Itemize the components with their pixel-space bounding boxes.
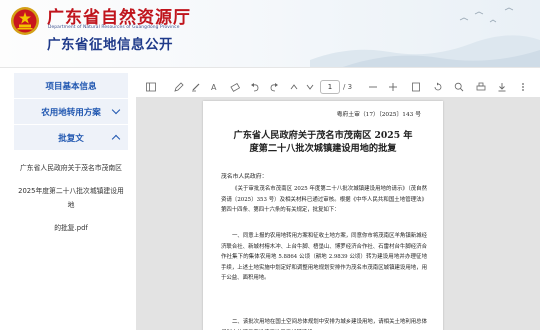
page-number-input[interactable]: 1 xyxy=(320,80,340,94)
file-link-line: 广东省人民政府关于茂名市茂南区 xyxy=(20,164,122,172)
zoom-out-icon[interactable] xyxy=(368,82,378,92)
more-options-icon[interactable] xyxy=(518,82,528,92)
document-paragraph: 《关于审批茂名市茂南区 2025 年度第二十八批次城镇建设用地的请示》（茂自然资… xyxy=(221,186,427,213)
print-icon[interactable] xyxy=(476,82,486,92)
sidebar-item-label: 批复文 xyxy=(58,133,84,144)
sidebar-toggle-icon[interactable] xyxy=(146,82,156,92)
download-icon[interactable] xyxy=(497,82,507,92)
chevron-up-icon xyxy=(111,134,121,144)
sidebar-menu: 项目基本信息 农用地转用方案 批复文 广东省人民政府关于茂名市茂南区 2025年… xyxy=(14,73,128,244)
national-emblem-icon xyxy=(11,7,39,35)
document-paragraph: 一、同意上报的农用地转用方案和征收土地方案，同意你市将茂南区羊角镇新城经济联合社… xyxy=(221,233,427,281)
document-title-line: 广东省人民政府关于茂名市茂南区 2025 年 xyxy=(233,130,413,141)
rotate-icon[interactable] xyxy=(433,82,443,92)
header-scenery-decoration xyxy=(310,7,540,67)
sidebar-item-land-conversion-plan[interactable]: 农用地转用方案 xyxy=(14,99,128,125)
search-icon[interactable] xyxy=(454,82,464,92)
fit-width-icon[interactable] xyxy=(411,82,421,92)
site-english-name: Department of Natural Resources of Guang… xyxy=(48,25,180,30)
sidebar-item-label: 项目基本信息 xyxy=(45,81,97,92)
document-paragraph: 二、该批次用地在国土空间总体规划中安排为城乡建设用地，请相关土地利用总体规划中的… xyxy=(221,319,427,330)
file-link-line: 2025年度第二十八批次城镇建设用地 xyxy=(18,187,124,209)
site-header: 广东省自然资源厅 Department of Natural Resources… xyxy=(0,0,540,68)
sidebar-item-approval-document[interactable]: 批复文 xyxy=(14,125,128,151)
sidebar-item-project-info[interactable]: 项目基本信息 xyxy=(14,73,128,99)
document-addressee: 茂名市人民政府： xyxy=(221,174,268,180)
document-title-line: 度第二十八批次城镇建设用地的批复 xyxy=(249,143,397,154)
approval-file-link[interactable]: 广东省人民政府关于茂名市茂南区 2025年度第二十八批次城镇建设用地 的批复.p… xyxy=(14,161,128,235)
chevron-down-icon xyxy=(111,105,121,115)
redo-icon[interactable] xyxy=(269,82,279,92)
pdf-page-area[interactable]: 粤府土审（17）〔2025〕143 号 广东省人民政府关于茂名市茂南区 2025… xyxy=(136,97,540,330)
undo-icon[interactable] xyxy=(250,82,260,92)
document-title: 广东省人民政府关于茂名市茂南区 2025 年 度第二十八批次城镇建设用地的批复 xyxy=(203,129,443,155)
sidebar-item-label: 农用地转用方案 xyxy=(41,107,101,118)
erase-icon[interactable] xyxy=(230,82,240,92)
pdf-viewer: A 1 / 3 粤府土审（17）〔2025〕143 号 广东省人民政府关于茂名市… xyxy=(136,68,540,330)
sidebar: 项目基本信息 农用地转用方案 批复文 广东省人民政府关于茂名市茂南区 2025年… xyxy=(0,68,136,330)
file-link-line: 的批复.pdf xyxy=(54,224,88,232)
document-number: 粤府土审（17）〔2025〕143 号 xyxy=(336,112,421,118)
chevron-up-icon[interactable] xyxy=(289,82,299,92)
chevron-down-icon[interactable] xyxy=(305,82,315,92)
text-icon[interactable]: A xyxy=(210,82,220,92)
zoom-in-icon[interactable] xyxy=(388,82,398,92)
pdf-page: 粤府土审（17）〔2025〕143 号 广东省人民政府关于茂名市茂南区 2025… xyxy=(203,101,443,330)
highlight-icon[interactable] xyxy=(191,82,201,92)
site-subtitle: 广东省征地信息公开 xyxy=(47,37,173,53)
svg-text:A: A xyxy=(211,83,217,92)
page-total: / 3 xyxy=(343,83,353,91)
pdf-toolbar: A 1 / 3 xyxy=(136,77,540,97)
draw-icon[interactable] xyxy=(174,82,184,92)
